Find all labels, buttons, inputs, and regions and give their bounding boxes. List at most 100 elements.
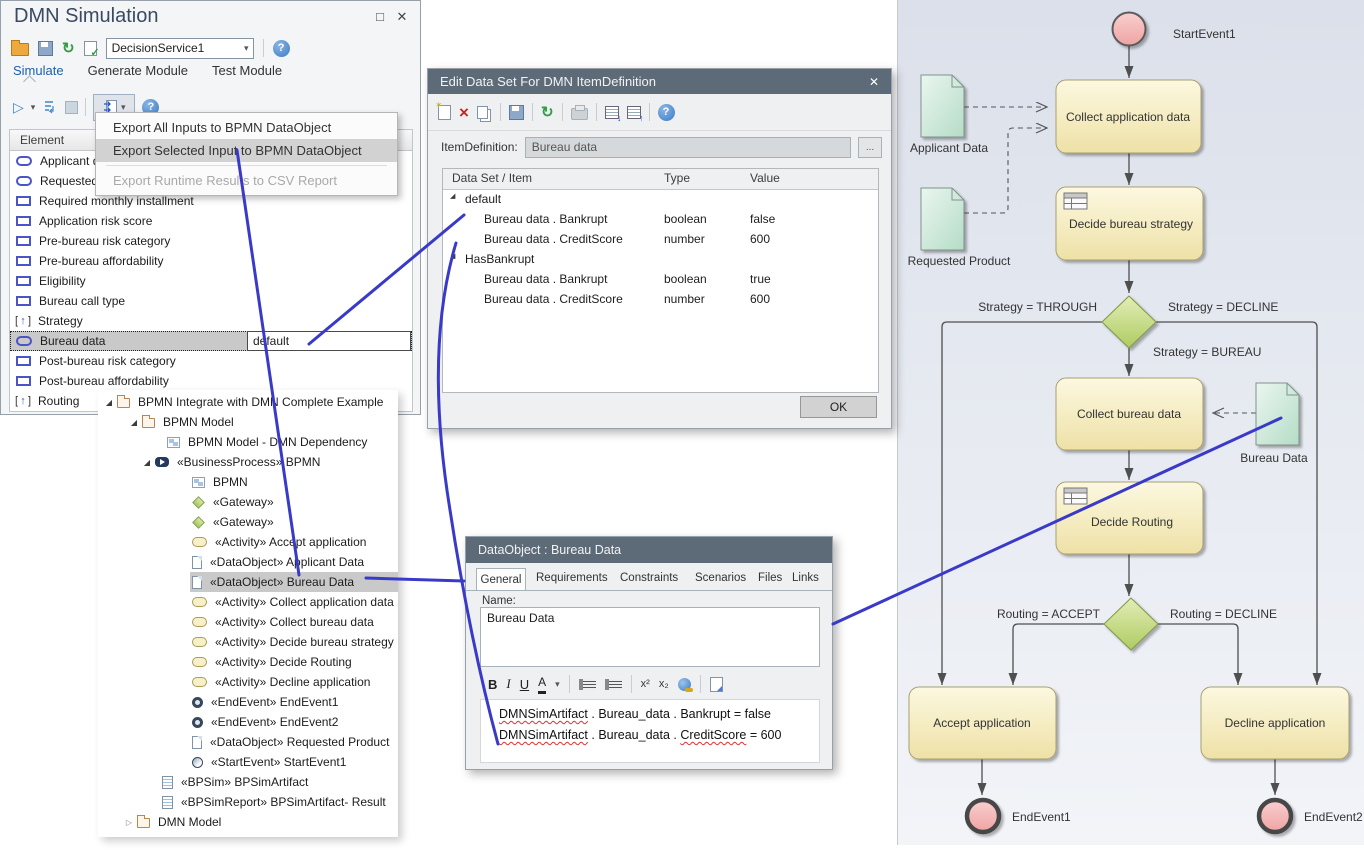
- expander-icon[interactable]: [128, 418, 140, 427]
- close-icon[interactable]: ✕: [869, 75, 879, 89]
- tree-item[interactable]: «Activity» Decline application: [98, 672, 398, 692]
- start-event-node[interactable]: [1113, 13, 1146, 46]
- dataset-item-row[interactable]: Bureau data . CreditScorenumber600: [443, 230, 878, 250]
- tree-item[interactable]: «Activity» Decide bureau strategy: [98, 632, 398, 652]
- name-field[interactable]: Bureau Data: [480, 607, 820, 667]
- element-row[interactable]: Post-bureau risk category: [10, 351, 412, 371]
- decision-service-combobox[interactable]: DecisionService1 ▾: [106, 38, 254, 59]
- element-row[interactable]: Pre-bureau affordability: [10, 251, 412, 271]
- tree-item[interactable]: BPMN Model - DMN Dependency: [98, 432, 398, 452]
- tree-item[interactable]: «Activity» Decide Routing: [98, 652, 398, 672]
- close-button[interactable]: ✕: [394, 9, 410, 25]
- end-event2-node[interactable]: [1259, 800, 1291, 832]
- tab-links[interactable]: Links: [792, 572, 819, 584]
- export-dataset-icon[interactable]: [627, 106, 641, 119]
- import-dataset-icon[interactable]: [605, 106, 619, 119]
- maximize-button[interactable]: □: [372, 9, 388, 24]
- menu-item-export-all[interactable]: Export All Inputs to BPMN DataObject: [96, 116, 397, 139]
- element-row[interactable]: ↑Strategy: [10, 311, 412, 331]
- delete-icon[interactable]: ×: [459, 104, 469, 121]
- expander-icon[interactable]: [141, 458, 153, 467]
- font-color-button[interactable]: A: [538, 675, 546, 694]
- dataobject-requested[interactable]: [921, 188, 964, 250]
- tree-item[interactable]: «EndEvent» EndEvent1: [98, 692, 398, 712]
- gateway-routing[interactable]: [1104, 598, 1158, 650]
- dataobject-bureau[interactable]: [1256, 383, 1299, 445]
- item-value[interactable]: true: [750, 272, 771, 286]
- tree-item[interactable]: «Activity» Collect application data: [98, 592, 398, 612]
- tree-item[interactable]: «Gateway»: [98, 492, 398, 512]
- end-event1-node[interactable]: [967, 800, 999, 832]
- run-dropdown-icon[interactable]: ▾: [31, 102, 36, 113]
- italic-button[interactable]: I: [506, 676, 510, 692]
- subscript-button[interactable]: x₂: [659, 678, 669, 690]
- step-icon[interactable]: [42, 99, 58, 115]
- tree-item[interactable]: BPMN: [98, 472, 398, 492]
- browse-button[interactable]: ...: [858, 137, 882, 158]
- open-folder-icon[interactable]: [11, 43, 29, 56]
- validate-icon[interactable]: [84, 41, 97, 56]
- tree-item[interactable]: «Activity» Accept application: [98, 532, 398, 552]
- item-value[interactable]: false: [750, 212, 775, 226]
- tree-item[interactable]: «BPSim» BPSimArtifact: [98, 772, 398, 792]
- save-icon[interactable]: [38, 41, 53, 56]
- new-dataset-icon[interactable]: [438, 105, 451, 120]
- dataobject-applicant[interactable]: [921, 75, 964, 137]
- tree-item[interactable]: BPMN Integrate with DMN Complete Example: [98, 392, 398, 412]
- notes-field[interactable]: DMNSimArtifact . Bureau_data . Bankrupt …: [480, 699, 820, 763]
- chevron-down-icon[interactable]: ▾: [555, 679, 560, 690]
- expander-icon[interactable]: [103, 398, 115, 407]
- dataset-item-row[interactable]: Bureau data . Bankruptbooleanfalse: [443, 210, 878, 230]
- element-row[interactable]: Bureau call type: [10, 291, 412, 311]
- tree-item[interactable]: BPMN Model: [98, 412, 398, 432]
- copy-icon[interactable]: [477, 106, 488, 119]
- refresh-icon[interactable]: ↻: [541, 105, 554, 120]
- tab-generate-module[interactable]: Generate Module: [88, 63, 188, 78]
- numbered-list-icon[interactable]: [605, 679, 622, 690]
- menu-item-export-selected[interactable]: Export Selected Input to BPMN DataObject: [96, 139, 397, 162]
- tree-item[interactable]: «BPSimReport» BPSimArtifact- Result: [98, 792, 398, 812]
- tree-item[interactable]: «Gateway»: [98, 512, 398, 532]
- tab-files[interactable]: Files: [758, 572, 782, 584]
- help-icon[interactable]: ?: [658, 104, 675, 121]
- column-dataset-item[interactable]: Data Set / Item: [452, 171, 532, 185]
- superscript-button[interactable]: x²: [641, 678, 650, 690]
- ok-button[interactable]: OK: [800, 396, 877, 418]
- refresh-icon[interactable]: ↻: [62, 41, 75, 56]
- tree-item[interactable]: «DataObject» Applicant Data: [98, 552, 398, 572]
- tree-item[interactable]: «Activity» Collect bureau data: [98, 612, 398, 632]
- tree-item[interactable]: «StartEvent» StartEvent1: [98, 752, 398, 772]
- collapse-icon[interactable]: ◢: [450, 252, 455, 260]
- document-icon[interactable]: [710, 677, 723, 692]
- tab-constraints[interactable]: Constraints: [620, 572, 678, 584]
- hyperlink-icon[interactable]: [678, 678, 691, 691]
- underline-button[interactable]: U: [520, 677, 529, 692]
- collapse-icon[interactable]: ◢: [450, 192, 455, 200]
- help-icon[interactable]: ?: [273, 40, 290, 57]
- dataset-item-row[interactable]: Bureau data . CreditScorenumber600: [443, 290, 878, 310]
- tree-item[interactable]: «EndEvent» EndEvent2: [98, 712, 398, 732]
- element-row[interactable]: Post-bureau affordability: [10, 371, 412, 391]
- dataset-group-row[interactable]: ◢default: [443, 190, 878, 210]
- table-header[interactable]: Data Set / Item Type Value: [443, 169, 878, 190]
- tab-test-module[interactable]: Test Module: [212, 63, 282, 78]
- element-row[interactable]: Application risk score: [10, 211, 412, 231]
- bullet-list-icon[interactable]: [579, 679, 596, 690]
- expander-icon[interactable]: [123, 818, 135, 827]
- tab-general[interactable]: General: [476, 568, 526, 590]
- tree-item-selected[interactable]: «DataObject» Bureau Data: [98, 572, 398, 592]
- dataset-value-field[interactable]: default: [247, 331, 411, 351]
- column-value[interactable]: Value: [750, 171, 780, 185]
- element-row[interactable]: Eligibility: [10, 271, 412, 291]
- tab-simulate[interactable]: Simulate: [13, 63, 64, 78]
- tab-scenarios[interactable]: Scenarios: [695, 572, 746, 584]
- run-icon[interactable]: ▷: [13, 100, 24, 114]
- element-row-selected[interactable]: Bureau data default: [10, 331, 412, 351]
- flow-routing-accept[interactable]: [1013, 624, 1104, 685]
- item-value[interactable]: 600: [750, 292, 770, 306]
- dataset-item-row[interactable]: Bureau data . Bankruptbooleantrue: [443, 270, 878, 290]
- element-row[interactable]: Pre-bureau risk category: [10, 231, 412, 251]
- save-icon[interactable]: [509, 105, 524, 120]
- bold-button[interactable]: B: [488, 677, 497, 692]
- tree-item[interactable]: «BusinessProcess» BPMN: [98, 452, 398, 472]
